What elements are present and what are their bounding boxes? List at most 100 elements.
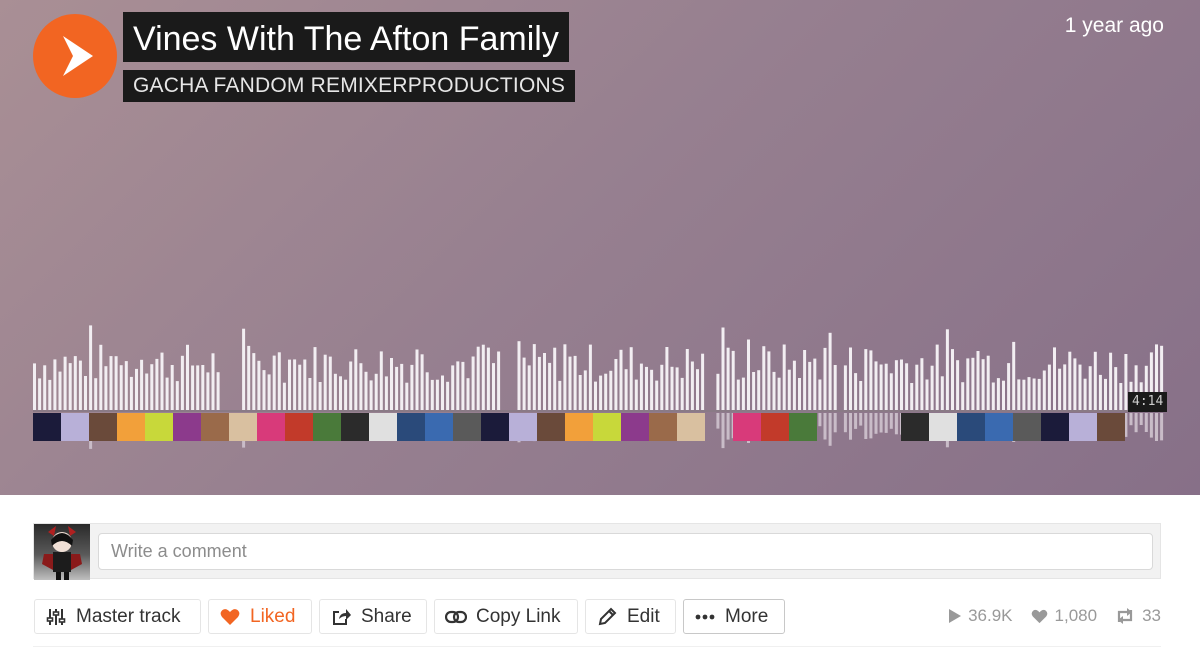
edit-button[interactable]: Edit <box>585 599 676 634</box>
waveform-bar <box>451 365 455 411</box>
waveform-bar <box>191 365 195 411</box>
play-button[interactable] <box>33 14 117 98</box>
comment-thumbnail[interactable] <box>201 413 229 441</box>
comment-input[interactable] <box>98 533 1153 570</box>
liked-button[interactable]: Liked <box>208 599 312 634</box>
likes-stat[interactable]: 1,080 <box>1031 606 1098 626</box>
waveform-reflection <box>828 413 832 446</box>
waveform-bar <box>1104 378 1107 411</box>
more-button[interactable]: More <box>683 599 785 634</box>
artist-name[interactable]: GACHA FANDOM REMIXERPRODUCTIONS <box>123 70 576 102</box>
waveform-bar <box>527 365 531 411</box>
comment-thumbnail[interactable] <box>313 413 341 441</box>
comment-thumbnail[interactable] <box>1041 413 1069 441</box>
comment-thumbnail[interactable] <box>1069 413 1097 441</box>
comment-thumbnail[interactable] <box>397 413 425 441</box>
likes-count: 1,080 <box>1054 606 1098 625</box>
waveform-reflection <box>726 413 730 440</box>
waveform-bar <box>690 361 694 411</box>
comment-thumbnail[interactable] <box>593 413 621 441</box>
waveform-bar <box>43 365 47 411</box>
comment-thumbnail[interactable] <box>761 413 789 441</box>
waveform-bar <box>1093 351 1097 411</box>
waveform-reflection <box>1129 413 1133 426</box>
waveform-bar <box>726 347 730 411</box>
liked-label: Liked <box>250 606 296 627</box>
comment-bar <box>33 523 1161 580</box>
avatar[interactable] <box>34 524 90 580</box>
plays-count: 36.9K <box>968 606 1013 625</box>
comment-thumbnail[interactable] <box>789 413 817 441</box>
comment-thumbnail[interactable] <box>33 413 61 441</box>
waveform-bar <box>333 373 337 411</box>
waveform-bar <box>604 373 608 411</box>
share-button[interactable]: Share <box>319 599 427 634</box>
waveform-bar <box>940 376 944 411</box>
waveform-bar <box>410 364 414 411</box>
waveform-reflection <box>833 413 837 433</box>
comment-thumbnail[interactable] <box>341 413 369 441</box>
repost-icon <box>1117 608 1133 624</box>
waveform-bar <box>869 350 873 411</box>
waveform-bar <box>104 366 108 411</box>
comment-thumbnail[interactable] <box>929 413 957 441</box>
comment-thumbnail[interactable] <box>677 413 705 441</box>
comment-thumbnail[interactable] <box>957 413 985 441</box>
waveform-reflection <box>854 413 858 429</box>
copy-link-button[interactable]: Copy Link <box>434 599 578 634</box>
comment-thumbnail[interactable] <box>565 413 593 441</box>
waveform-bar <box>629 347 633 411</box>
comment-thumbnail[interactable] <box>61 413 89 441</box>
comment-thumbnail[interactable] <box>1097 413 1125 441</box>
waveform-bar <box>354 349 358 411</box>
comment-thumbnail[interactable] <box>1013 413 1041 441</box>
waveform-bar <box>762 346 766 411</box>
plays-stat: 36.9K <box>949 606 1013 626</box>
comment-thumbnail[interactable] <box>89 413 117 441</box>
waveform-bar <box>267 374 271 411</box>
comment-thumbnail[interactable] <box>369 413 397 441</box>
waveform-bar <box>1063 364 1067 411</box>
waveform-bar <box>247 345 251 411</box>
comment-thumbnail[interactable] <box>649 413 677 441</box>
waveform-bar <box>558 380 562 411</box>
comment-thumbnail[interactable] <box>481 413 509 441</box>
waveform-bar <box>1058 368 1062 411</box>
comment-thumbnail[interactable] <box>425 413 453 441</box>
waveform-bar <box>339 376 342 411</box>
comment-thumbnail[interactable] <box>453 413 481 441</box>
comment-thumbnail[interactable] <box>117 413 145 441</box>
waveform-bar <box>563 344 567 411</box>
share-icon <box>330 606 352 628</box>
waveform-reflection <box>721 413 725 449</box>
waveform-bar <box>201 365 205 411</box>
comment-thumbnail[interactable] <box>901 413 929 441</box>
waveform-bar <box>425 372 429 411</box>
comment-thumbnail[interactable] <box>257 413 285 441</box>
comment-thumbnail[interactable] <box>733 413 761 441</box>
comment-thumbnail[interactable] <box>509 413 537 441</box>
waveform-bar <box>1088 366 1092 411</box>
master-track-button[interactable]: Master track <box>34 599 201 634</box>
reposts-stat[interactable]: 33 <box>1115 606 1161 626</box>
waveform-bar <box>272 355 276 411</box>
waveform-bar <box>257 360 261 411</box>
waveform-bar <box>1032 378 1036 411</box>
comment-thumbnail[interactable] <box>285 413 313 441</box>
waveform-bar <box>537 356 541 411</box>
comment-thumbnail[interactable] <box>173 413 201 441</box>
comment-thumbnail[interactable] <box>985 413 1013 441</box>
waveform-bar <box>73 356 77 411</box>
waveform-reflection <box>874 413 878 434</box>
waveform-bar <box>441 375 444 411</box>
waveform-bar <box>808 361 812 411</box>
waveform-bar <box>252 353 256 411</box>
waveform-bar <box>900 359 903 411</box>
comment-thumbnail[interactable] <box>229 413 257 441</box>
comment-thumbnail[interactable] <box>621 413 649 441</box>
track-title[interactable]: Vines With The Afton Family <box>123 12 569 62</box>
waveform-bar <box>140 359 144 411</box>
waveform-reflection <box>859 413 863 426</box>
comment-thumbnail[interactable] <box>145 413 173 441</box>
comment-thumbnail[interactable] <box>537 413 565 441</box>
